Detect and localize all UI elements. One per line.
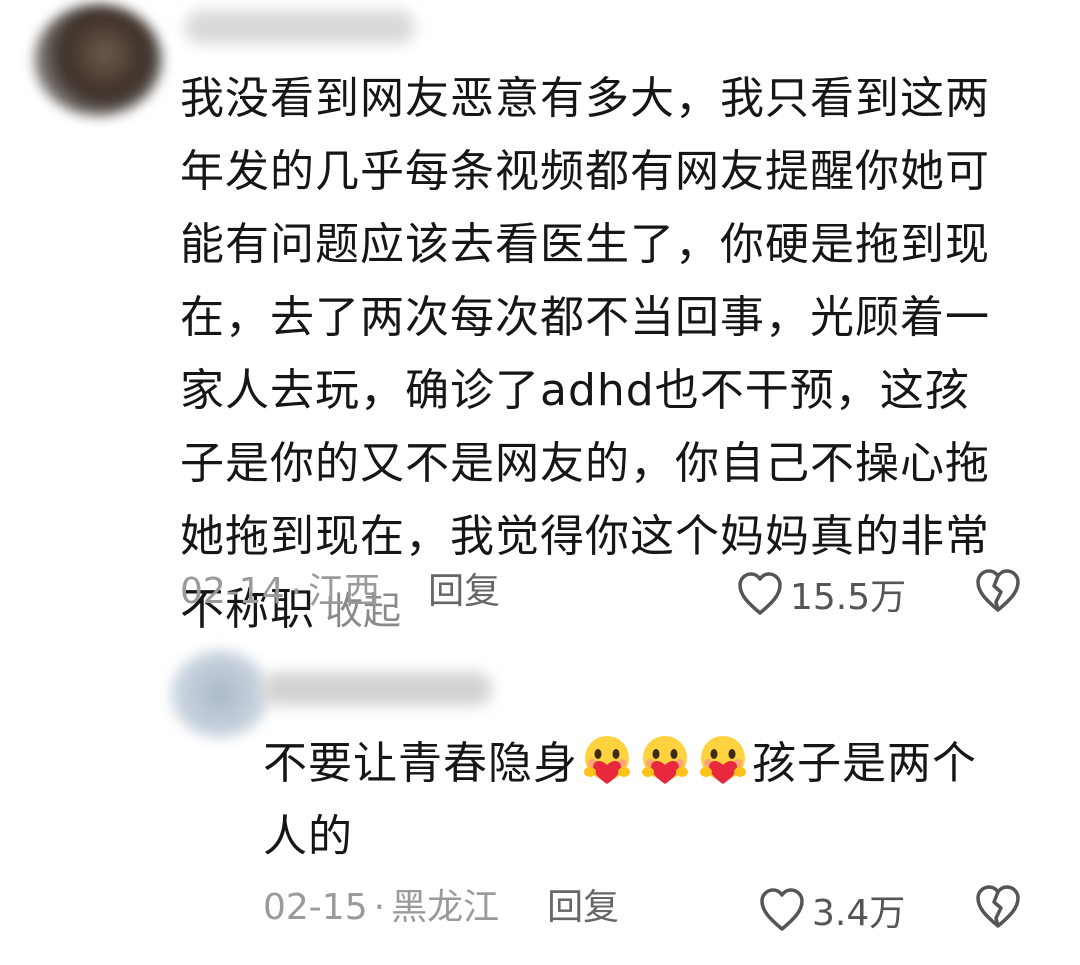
avatar[interactable] (170, 650, 270, 738)
heart-outline-icon (760, 888, 804, 931)
dislike-button[interactable] (974, 568, 1022, 618)
avatar[interactable] (34, 4, 162, 116)
like-count: 3.4万 (812, 893, 906, 934)
comment-meta: 02-15 · 黑龙江 回复 (263, 886, 619, 930)
meta-separator: · (373, 887, 386, 928)
comment-body-start: 不要让青春隐身 (263, 738, 578, 789)
heart-hug-emoji (700, 736, 746, 784)
heart-outline-icon (738, 572, 782, 615)
reply-button[interactable]: 回复 (547, 886, 619, 930)
username-blurred[interactable] (185, 10, 415, 44)
meta-separator: · (290, 571, 303, 612)
username-blurred[interactable] (262, 672, 492, 706)
reply-button[interactable]: 回复 (428, 570, 500, 614)
comment-date: 02-15 (263, 887, 368, 928)
comment-location: 江西 (308, 571, 381, 612)
broken-heart-icon (976, 569, 1020, 612)
like-count: 15.5万 (790, 577, 907, 618)
comment-body: 我没看到网友恶意有多大，我只看到这两年发的几乎每条视频都有网友提醒你她可能有问题… (180, 73, 990, 635)
heart-hug-emoji (642, 736, 688, 784)
heart-hug-emoji (584, 736, 630, 784)
broken-heart-icon (976, 885, 1020, 928)
comment-date: 02-14 (180, 571, 285, 612)
like-button[interactable]: 3.4万 (758, 884, 905, 936)
dislike-button[interactable] (974, 884, 1022, 934)
comment-text: 不要让青春隐身 孩子是两个人的 (263, 727, 1013, 873)
comment-meta: 02-14 · 江西 回复 (180, 570, 500, 614)
comment-text: 我没看到网友恶意有多大，我只看到这两年发的几乎每条视频都有网友提醒你她可能有问题… (180, 62, 1010, 648)
like-button[interactable]: 15.5万 (736, 568, 906, 620)
comment-location: 黑龙江 (391, 887, 500, 928)
